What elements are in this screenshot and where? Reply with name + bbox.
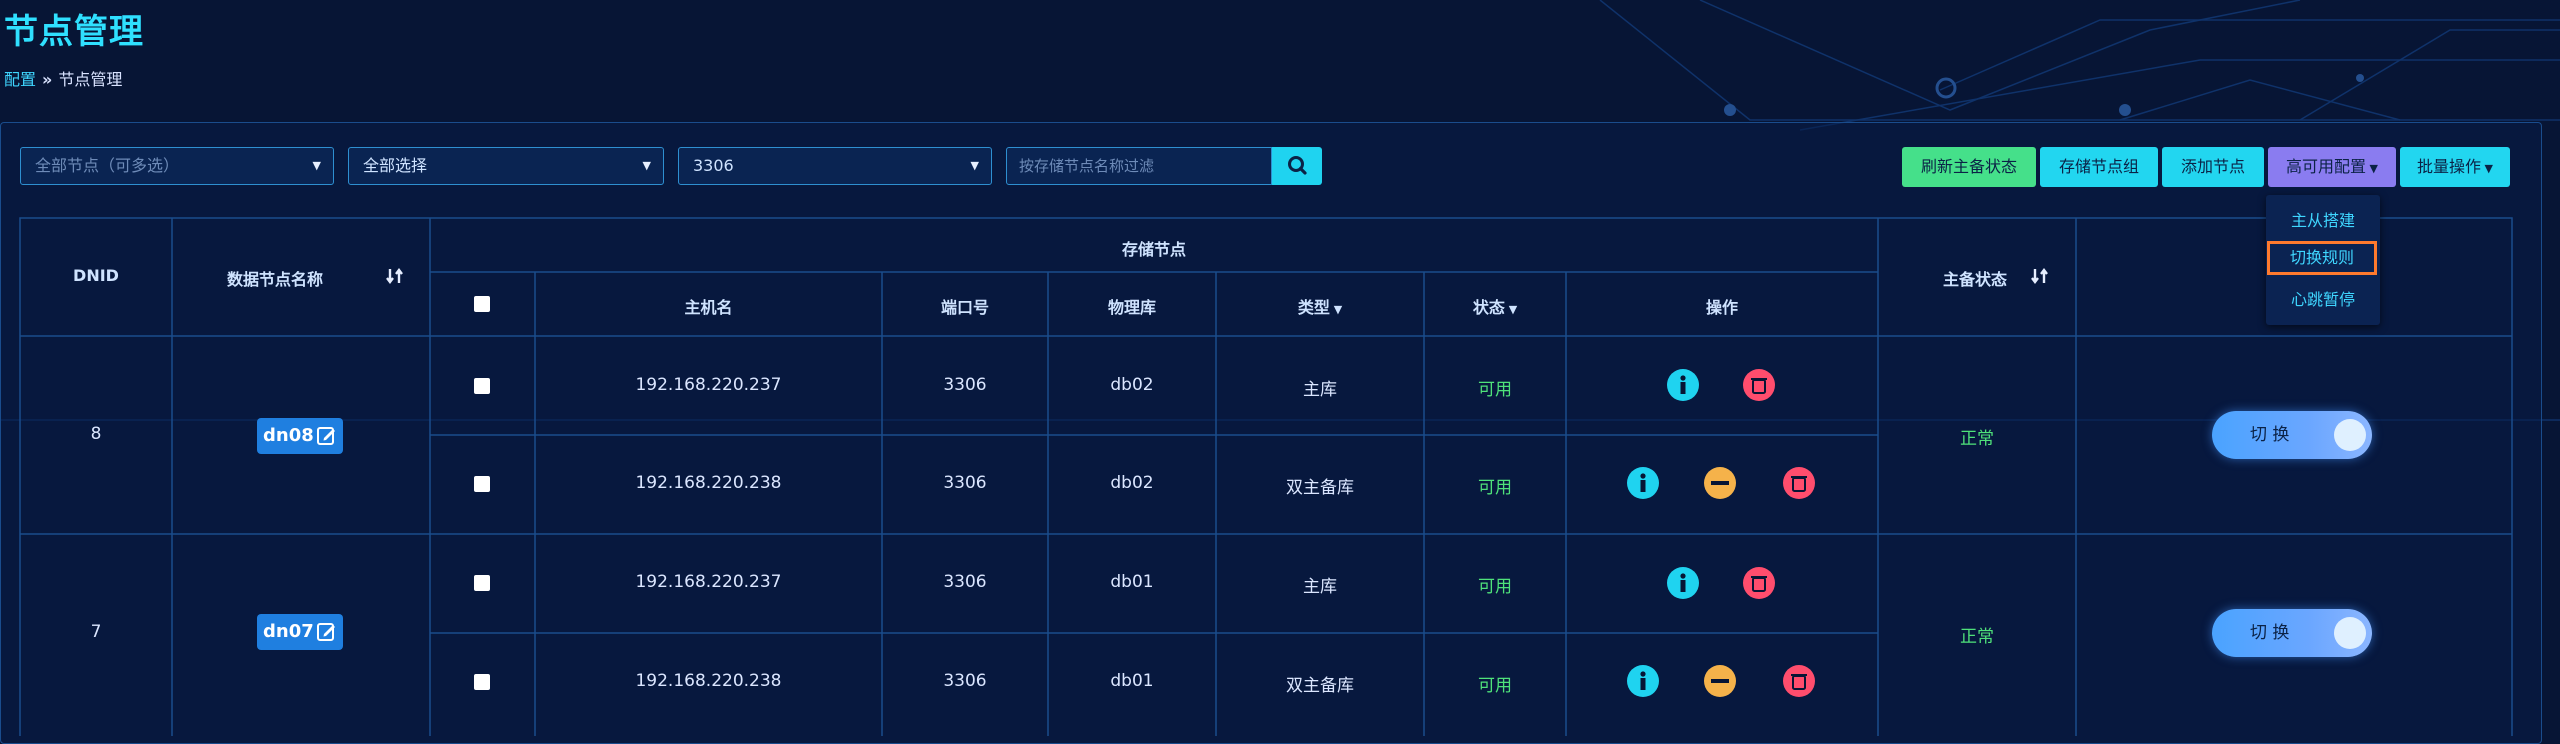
data-node-name: dn08 [263, 425, 314, 446]
cell-status: 可用 [1478, 577, 1512, 597]
storage-node-group-button[interactable]: 存储节点组 [2040, 147, 2158, 187]
port-dropdown[interactable]: 3306 ▼ [678, 147, 992, 185]
cell-status: 可用 [1478, 478, 1512, 498]
cell-hostname: 192.168.220.238 [635, 473, 782, 493]
select-all-checkbox[interactable] [474, 296, 490, 312]
cell-status: 可用 [1478, 676, 1512, 696]
cell-type: 双主备库 [1286, 676, 1354, 696]
breadcrumb-current: 节点管理 [58, 70, 123, 89]
cell-type: 主库 [1303, 577, 1337, 597]
breadcrumb-link-config[interactable]: 配置 [4, 70, 36, 89]
cell-port: 3306 [943, 671, 987, 691]
header-type[interactable]: 类型 ▼ [1216, 294, 1424, 318]
cell-master-status: 正常 [1960, 627, 1994, 647]
caret-down-icon: ▼ [2366, 162, 2378, 175]
search-input[interactable] [1007, 148, 1271, 184]
caret-down-icon: ▼ [1329, 303, 1343, 316]
data-node-tag[interactable]: dn08 [257, 418, 343, 454]
menu-item-heartbeat-pause[interactable]: 心跳暂停 [2266, 286, 2380, 310]
breadcrumb-separator: » [42, 70, 53, 89]
header-storage-node: 存储节点 [1121, 240, 1186, 259]
header-master-status: 主备状态 [1942, 270, 2007, 289]
batch-operation-label: 批量操作 [2417, 157, 2482, 176]
search-box [1006, 147, 1272, 185]
cell-dnid: 7 [90, 622, 102, 642]
delete-icon[interactable] [1782, 466, 1816, 500]
edit-icon[interactable] [316, 425, 338, 447]
header-type-label: 类型 [1297, 298, 1330, 317]
sort-icon[interactable] [2030, 266, 2050, 286]
data-node-tag[interactable]: dn07 [257, 614, 343, 650]
node-panel [0, 122, 2542, 744]
cell-port: 3306 [943, 473, 987, 493]
header-data-node-name: 数据节点名称 [226, 270, 323, 289]
header-status-label: 状态 [1472, 298, 1505, 317]
select-all-dropdown[interactable]: 全部选择 ▼ [348, 147, 664, 185]
header-hostname: 主机名 [684, 298, 733, 317]
row-checkbox[interactable] [474, 575, 490, 591]
cell-hostname: 192.168.220.237 [635, 375, 782, 395]
cell-hostname: 192.168.220.238 [635, 671, 782, 691]
add-node-button[interactable]: 添加节点 [2162, 147, 2264, 187]
page-title: 节点管理 [4, 12, 144, 52]
menu-item-master-slave-build[interactable]: 主从搭建 [2266, 207, 2380, 231]
info-icon[interactable] [1626, 466, 1660, 500]
cell-physical-db: db02 [1110, 375, 1154, 395]
ha-config-label: 高可用配置 [2286, 157, 2367, 176]
switch-label: 切 换 [2250, 623, 2290, 643]
info-icon[interactable] [1666, 566, 1700, 600]
cell-port: 3306 [943, 572, 987, 592]
menu-item-switch-rule[interactable]: 切换规则 [2267, 241, 2377, 275]
search-icon [1288, 156, 1307, 175]
caret-down-icon: ▼ [2481, 162, 2493, 175]
delete-icon[interactable] [1742, 368, 1776, 402]
header-dnid: DNID [73, 266, 119, 285]
cell-port: 3306 [943, 375, 987, 395]
header-port: 端口号 [940, 298, 989, 317]
cell-master-status: 正常 [1960, 429, 1994, 449]
cell-dnid: 8 [90, 424, 102, 444]
switch-button[interactable]: 切 换 [2212, 609, 2372, 657]
row-checkbox[interactable] [474, 476, 490, 492]
cell-physical-db: db01 [1110, 671, 1154, 691]
cell-status: 可用 [1478, 380, 1512, 400]
cell-type: 主库 [1303, 380, 1337, 400]
data-node-name: dn07 [263, 621, 314, 642]
caret-down-icon: ▼ [970, 159, 979, 172]
header-ops: 操作 [1705, 298, 1738, 317]
header-status[interactable]: 状态 ▼ [1424, 294, 1566, 318]
delete-icon[interactable] [1782, 664, 1816, 698]
select-all-value: 全部选择 [363, 156, 428, 175]
refresh-icon [2334, 617, 2366, 649]
port-dropdown-value: 3306 [693, 156, 734, 175]
sort-icon[interactable] [385, 266, 405, 286]
minus-icon[interactable] [1703, 664, 1737, 698]
header-physical-db: 物理库 [1107, 298, 1156, 317]
caret-down-icon: ▼ [312, 159, 321, 172]
delete-icon[interactable] [1742, 566, 1776, 600]
search-button[interactable] [1272, 147, 1322, 185]
edit-icon[interactable] [316, 621, 338, 643]
cell-hostname: 192.168.220.237 [635, 572, 782, 592]
refresh-icon [2334, 419, 2366, 451]
switch-label: 切 换 [2250, 425, 2290, 445]
info-icon[interactable] [1626, 664, 1660, 698]
row-checkbox[interactable] [474, 378, 490, 394]
ha-config-button[interactable]: 高可用配置 ▼ [2268, 147, 2396, 187]
refresh-master-status-button[interactable]: 刷新主备状态 [1902, 147, 2036, 187]
batch-operation-button[interactable]: 批量操作 ▼ [2400, 147, 2510, 187]
node-multiselect[interactable]: 全部节点（可多选） ▼ [20, 147, 334, 185]
row-checkbox[interactable] [474, 674, 490, 690]
minus-icon[interactable] [1703, 466, 1737, 500]
node-multiselect-placeholder: 全部节点（可多选） [35, 156, 180, 175]
cell-type: 双主备库 [1286, 478, 1354, 498]
info-icon[interactable] [1666, 368, 1700, 402]
switch-button[interactable]: 切 换 [2212, 411, 2372, 459]
caret-down-icon: ▼ [642, 159, 651, 172]
ha-config-menu: 主从搭建 切换规则 心跳暂停 [2266, 195, 2380, 325]
cell-physical-db: db02 [1110, 473, 1154, 493]
cell-physical-db: db01 [1110, 572, 1154, 592]
caret-down-icon: ▼ [1504, 303, 1518, 316]
breadcrumb: 配置 » 节点管理 [4, 66, 122, 90]
